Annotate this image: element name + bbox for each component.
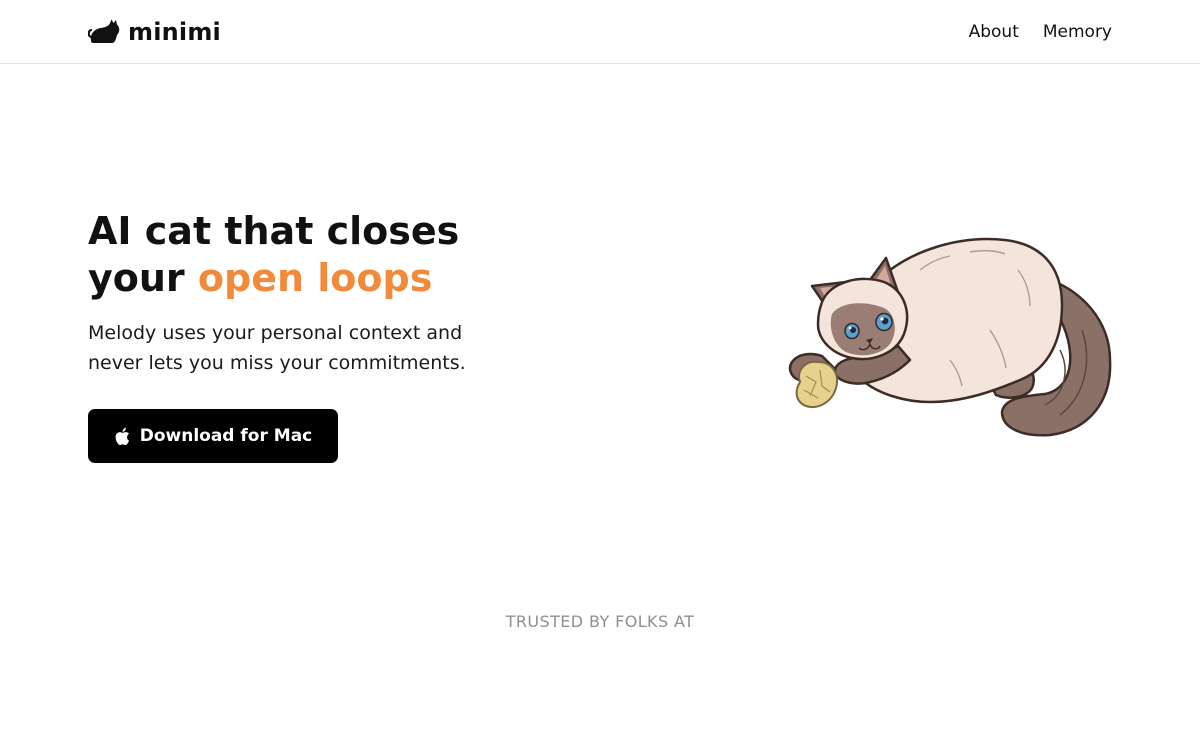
trusted-by-label: TRUSTED BY FOLKS AT [505, 612, 695, 631]
brand-logo-link[interactable]: minimi [88, 18, 221, 46]
nav-memory-link[interactable]: Memory [1043, 20, 1112, 44]
download-button-label: Download for Mac [139, 426, 313, 446]
main-nav: About Memory [969, 20, 1112, 44]
nav-about-link[interactable]: About [969, 20, 1019, 44]
download-for-mac-button[interactable]: Download for Mac [88, 409, 338, 463]
cat-silhouette-icon [88, 19, 120, 43]
trusted-by-section: TRUSTED BY FOLKS AT [0, 612, 1200, 631]
apple-icon [115, 427, 129, 445]
cat-illustration [788, 237, 1112, 437]
hero-headline-accent: open loops [197, 256, 433, 300]
hero-headline-line2-prefix: your [88, 256, 198, 300]
brand-name: minimi [128, 18, 221, 46]
hero-headline: AI cat that closes your open loops [88, 208, 608, 302]
hero-subtitle: Melody uses your personal context and ne… [88, 322, 466, 374]
hero-headline-line1: AI cat that closes [88, 209, 460, 253]
top-navbar: minimi About Memory [0, 0, 1200, 64]
